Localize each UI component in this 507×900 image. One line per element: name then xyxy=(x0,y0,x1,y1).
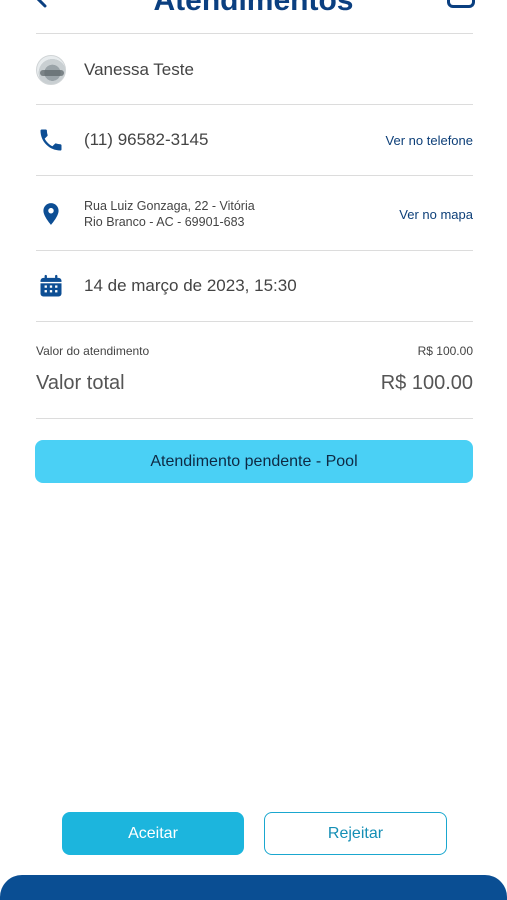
service-price-value: R$ 100.00 xyxy=(417,344,473,358)
location-pin-icon xyxy=(43,203,59,225)
address-line-2: Rio Branco - AC - 69901-683 xyxy=(84,215,245,229)
address-line-1: Rua Luiz Gonzaga, 22 - Vitória xyxy=(84,199,255,213)
divider xyxy=(36,418,473,419)
address-text: Rua Luiz Gonzaga, 22 - Vitória Rio Branc… xyxy=(84,198,255,230)
address-row: Rua Luiz Gonzaga, 22 - Vitória Rio Branc… xyxy=(36,196,473,232)
view-on-map-link[interactable]: Ver no mapa xyxy=(399,207,473,222)
client-row: Vanessa Teste xyxy=(36,54,473,86)
total-price-row: Valor total R$ 100.00 xyxy=(36,372,473,395)
phone-number: (11) 96582-3145 xyxy=(84,130,209,149)
total-price-value: R$ 100.00 xyxy=(380,372,473,394)
accept-button[interactable]: Aceitar xyxy=(62,812,244,855)
view-on-phone-link[interactable]: Ver no telefone xyxy=(386,133,473,148)
reject-button[interactable]: Rejeitar xyxy=(264,812,447,855)
divider xyxy=(36,175,473,176)
calendar-icon[interactable] xyxy=(447,0,475,8)
header: Atendimentos xyxy=(0,0,507,34)
page-title: Atendimentos xyxy=(153,0,354,17)
bottom-bar xyxy=(0,875,507,900)
client-name: Vanessa Teste xyxy=(84,60,194,79)
phone-row: (11) 96582-3145 Ver no telefone xyxy=(36,124,473,156)
calendar-icon xyxy=(40,274,62,297)
status-badge: Atendimento pendente - Pool xyxy=(35,440,473,483)
divider xyxy=(36,33,473,34)
divider xyxy=(36,104,473,105)
avatar xyxy=(36,55,66,85)
divider xyxy=(36,321,473,322)
total-price-label: Valor total xyxy=(36,372,125,394)
phone-icon xyxy=(40,129,62,151)
divider xyxy=(36,250,473,251)
schedule-datetime: 14 de março de 2023, 15:30 xyxy=(84,276,297,295)
schedule-row: 14 de março de 2023, 15:30 xyxy=(36,270,473,302)
service-price-row: Valor do atendimento R$ 100.00 xyxy=(36,344,473,358)
service-price-label: Valor do atendimento xyxy=(36,344,150,358)
